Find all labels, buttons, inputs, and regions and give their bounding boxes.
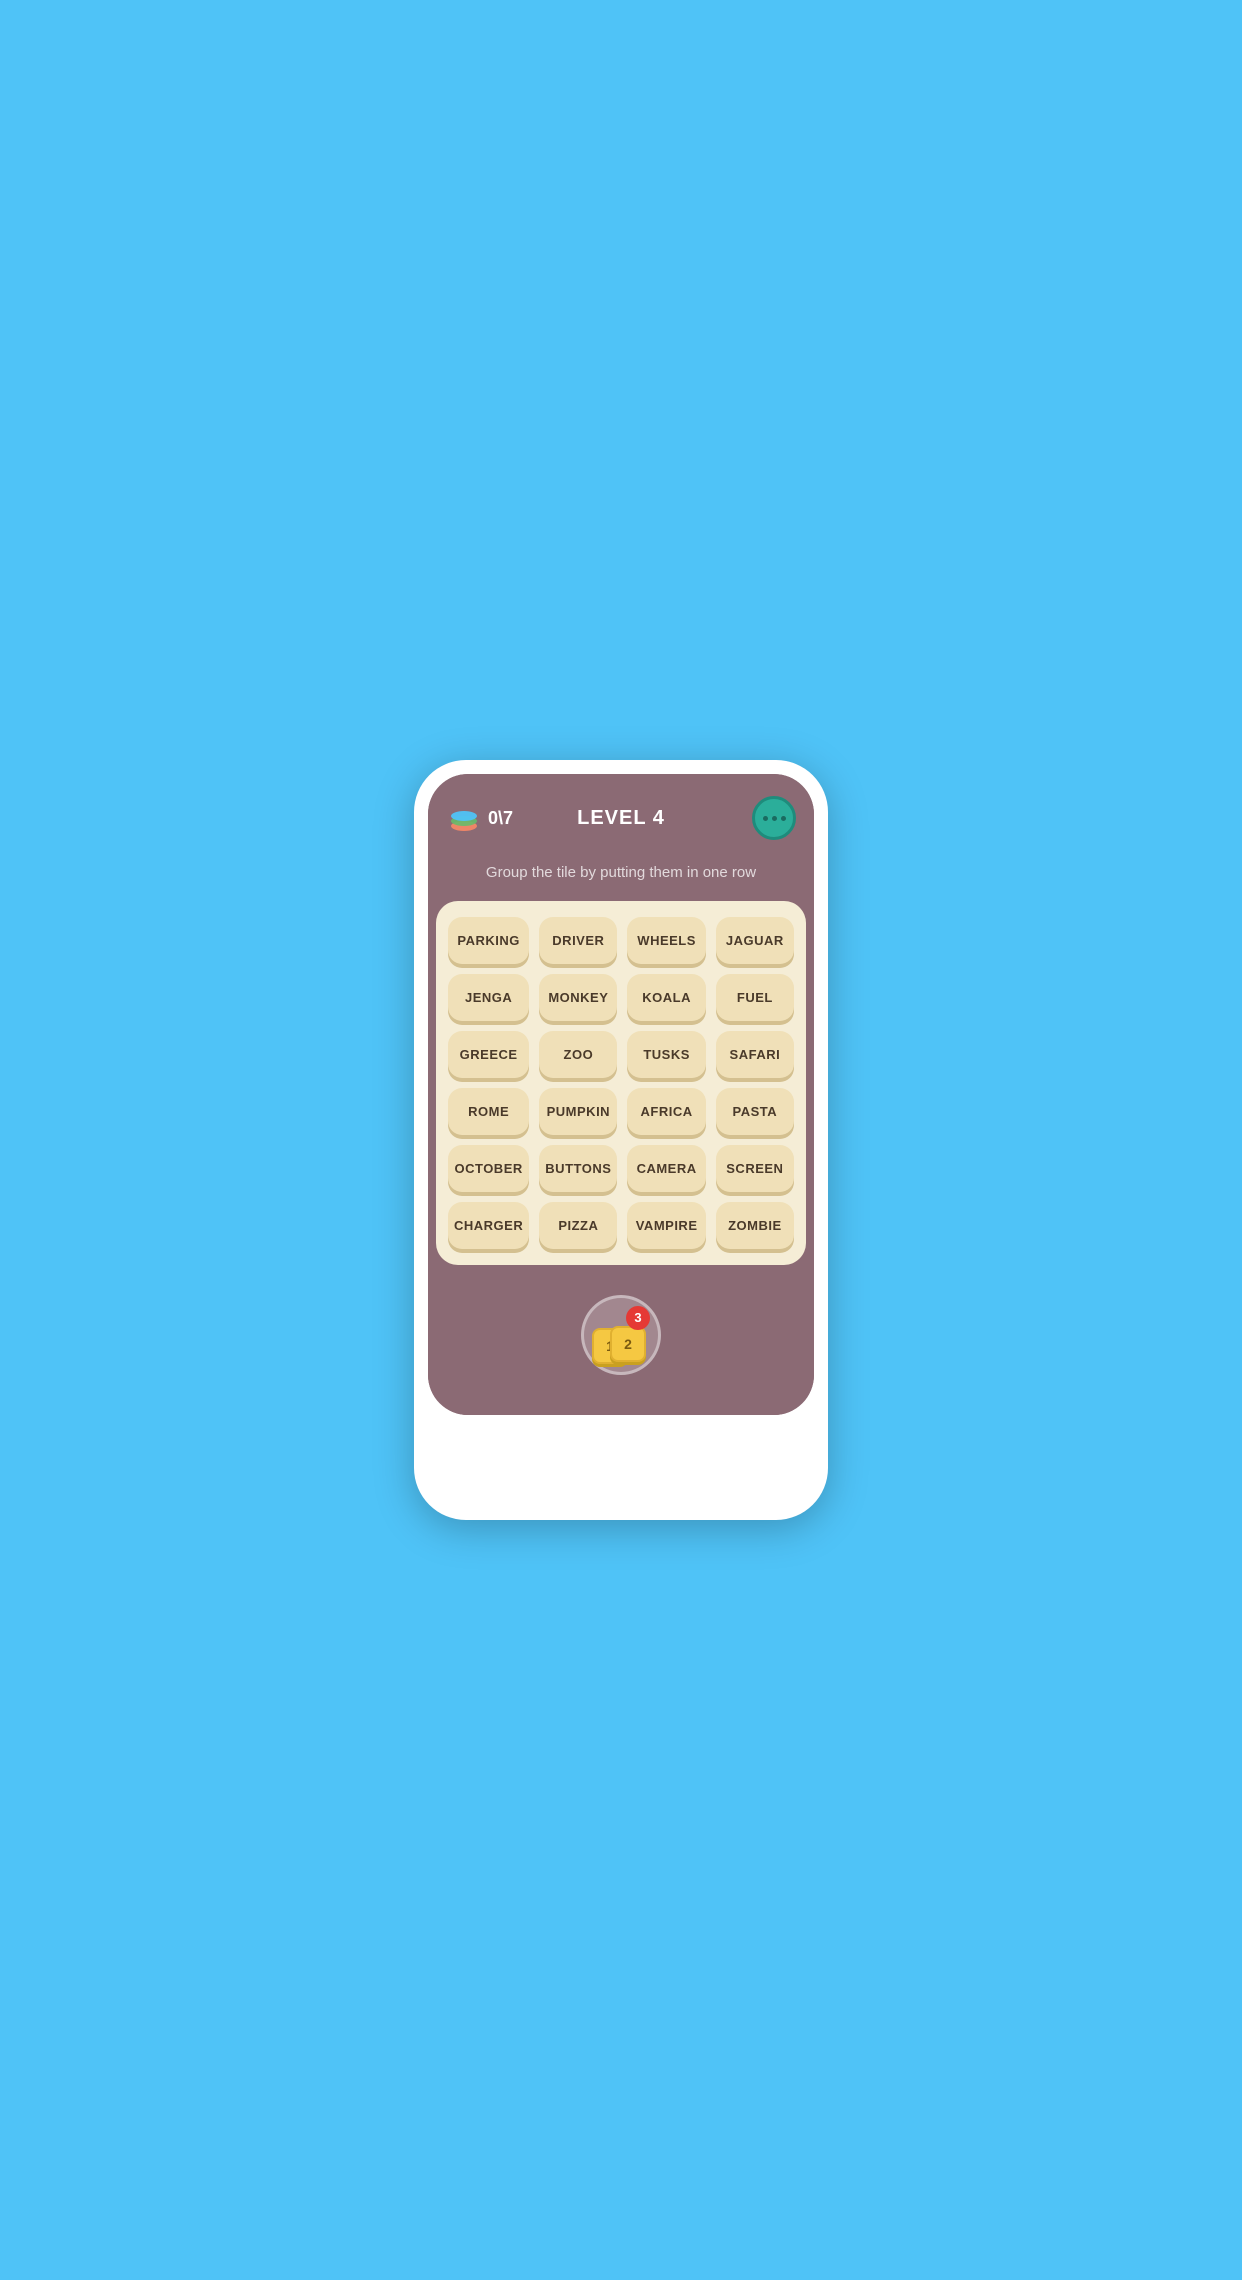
menu-button[interactable] bbox=[752, 796, 796, 840]
tile-zombie[interactable]: ZOMBIE bbox=[716, 1202, 794, 1249]
tile-buttons[interactable]: BUTTONS bbox=[539, 1145, 617, 1192]
shuffle-button[interactable]: 1 2 3 bbox=[581, 1295, 661, 1375]
tile-charger[interactable]: CHARGER bbox=[448, 1202, 529, 1249]
score-badge: 0\7 bbox=[446, 800, 513, 836]
tile-pizza[interactable]: PIZZA bbox=[539, 1202, 617, 1249]
tile-vampire[interactable]: VAMPIRE bbox=[627, 1202, 705, 1249]
score-display: 0\7 bbox=[488, 808, 513, 829]
tile-driver[interactable]: DRIVER bbox=[539, 917, 617, 964]
layers-icon bbox=[446, 800, 482, 836]
shuffle-icon: 1 2 3 bbox=[592, 1306, 650, 1364]
tile-stack-2: 2 bbox=[610, 1326, 646, 1362]
header: 0\7 LEVEL 4 bbox=[428, 774, 814, 858]
tile-camera[interactable]: CAMERA bbox=[627, 1145, 705, 1192]
tile-africa[interactable]: AFRICA bbox=[627, 1088, 705, 1135]
dot-2 bbox=[772, 816, 777, 821]
tile-safari[interactable]: SAFARI bbox=[716, 1031, 794, 1078]
tile-zoo[interactable]: ZOO bbox=[539, 1031, 617, 1078]
phone-inner: 0\7 LEVEL 4 Group the tile by putting th… bbox=[428, 774, 814, 1415]
tile-jaguar[interactable]: JAGUAR bbox=[716, 917, 794, 964]
tile-grid: PARKINGDRIVERWHEELSJAGUAR JENGAMONKEYKOAL… bbox=[436, 901, 806, 1265]
dot-1 bbox=[763, 816, 768, 821]
tile-pumpkin[interactable]: PUMPKIN bbox=[539, 1088, 617, 1135]
tile-koala[interactable]: KOALA bbox=[627, 974, 705, 1021]
tile-greece[interactable]: GREECE bbox=[448, 1031, 529, 1078]
shuffle-badge: 3 bbox=[626, 1306, 650, 1330]
tile-fuel[interactable]: FUEL bbox=[716, 974, 794, 1021]
tile-rome[interactable]: ROME bbox=[448, 1088, 529, 1135]
tile-wheels[interactable]: WHEELS bbox=[627, 917, 705, 964]
tile-monkey[interactable]: MONKEY bbox=[539, 974, 617, 1021]
tile-october[interactable]: OCTOBER bbox=[448, 1145, 529, 1192]
dot-3 bbox=[781, 816, 786, 821]
tile-pasta[interactable]: PASTA bbox=[716, 1088, 794, 1135]
tile-screen[interactable]: SCREEN bbox=[716, 1145, 794, 1192]
tile-jenga[interactable]: JENGA bbox=[448, 974, 529, 1021]
level-title: LEVEL 4 bbox=[577, 807, 665, 830]
instruction-text: Group the tile by putting them in one ro… bbox=[428, 858, 814, 901]
tile-tusks[interactable]: TUSKS bbox=[627, 1031, 705, 1078]
tile-parking[interactable]: PARKING bbox=[448, 917, 529, 964]
bottom-area: 1 2 3 bbox=[428, 1265, 814, 1415]
phone-shell: 0\7 LEVEL 4 Group the tile by putting th… bbox=[414, 760, 828, 1520]
